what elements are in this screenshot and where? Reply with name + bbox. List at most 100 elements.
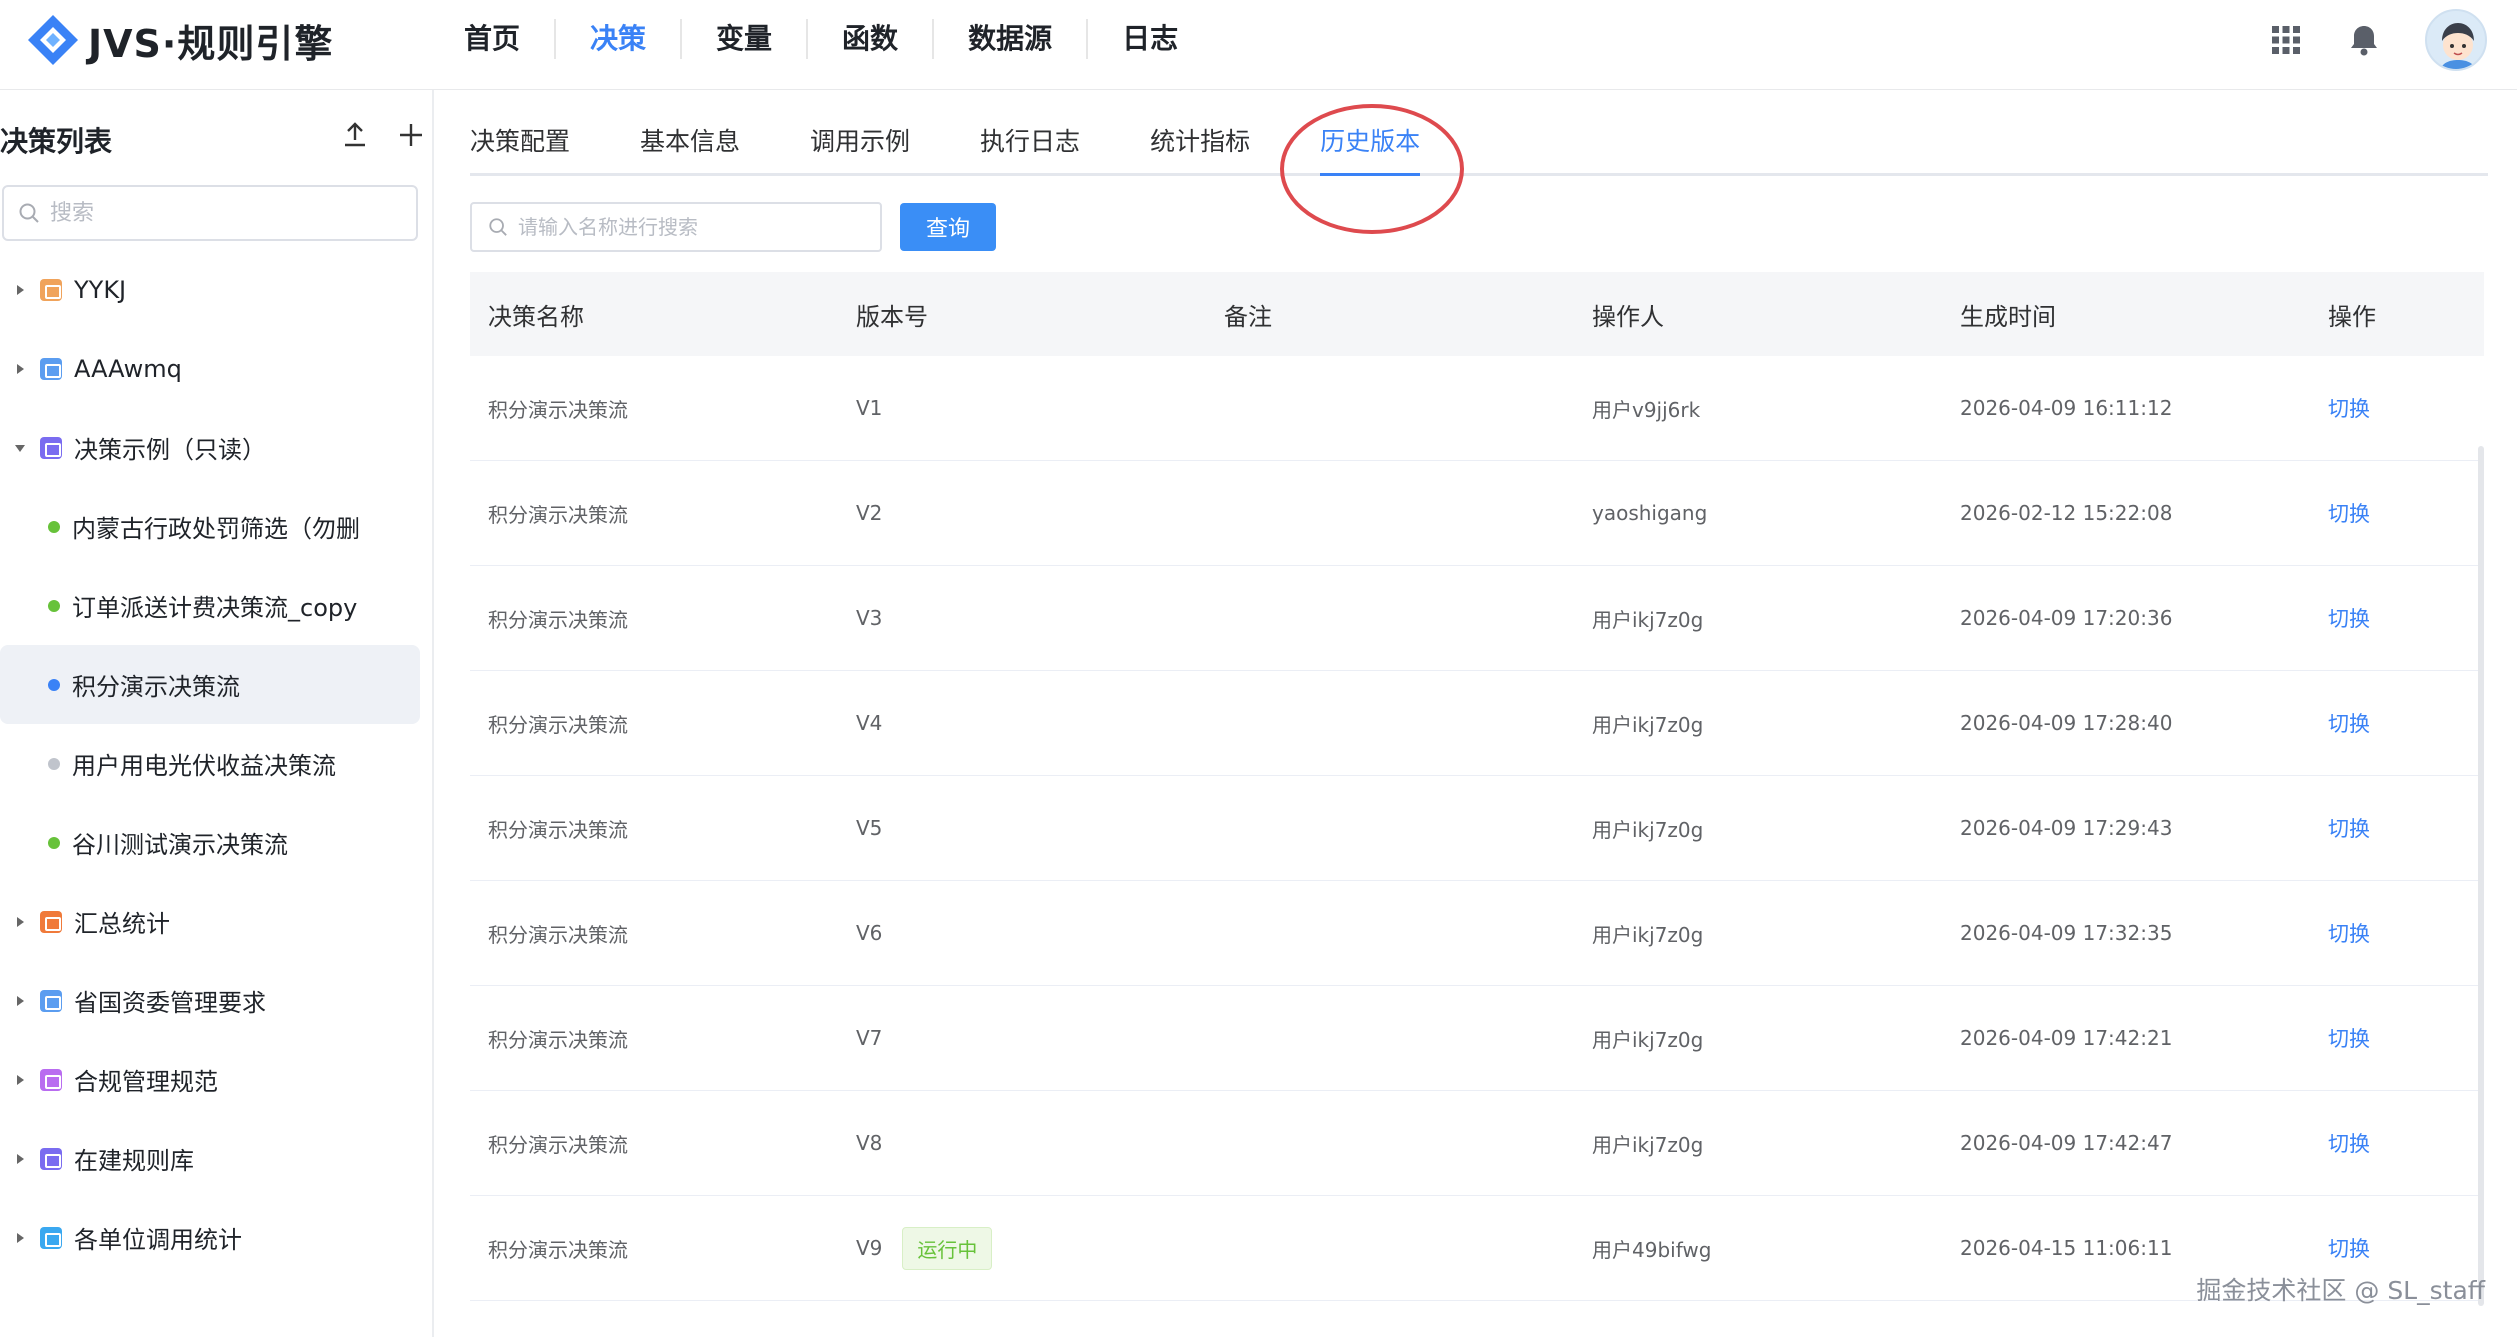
- tree-label: 积分演示决策流: [72, 673, 240, 701]
- tab-execution-log[interactable]: 执行日志: [980, 120, 1080, 176]
- sidebar: 决策列表 YYKJ AAAwmq 决策示例（只读）: [0, 90, 434, 1337]
- nav-variables[interactable]: 变量: [682, 19, 809, 59]
- sidebar-search[interactable]: [2, 185, 418, 241]
- tree-leaf-selected[interactable]: 积分演示决策流: [0, 645, 420, 724]
- name-search-input[interactable]: [518, 215, 878, 239]
- tree-folder-examples[interactable]: 决策示例（只读）: [0, 408, 420, 487]
- sidebar-actions: [340, 120, 426, 150]
- folder-icon: [40, 357, 62, 380]
- tree-label: 内蒙古行政处罚筛选（勿删: [72, 515, 360, 543]
- cell-time: 2026-04-09 16:11:12: [1960, 396, 2173, 420]
- caret-right-icon[interactable]: [0, 1152, 40, 1166]
- caret-right-icon[interactable]: [0, 283, 40, 297]
- switch-version-link[interactable]: 切换: [2328, 498, 2370, 528]
- table-row: 积分演示决策流 V4 用户ikj7z0g 2026-04-09 17:28:40…: [470, 671, 2484, 776]
- cell-operator: yaoshigang: [1592, 501, 1708, 525]
- upload-icon[interactable]: [340, 120, 370, 150]
- caret-right-icon[interactable]: [0, 1073, 40, 1087]
- version-label: V9: [856, 1236, 883, 1260]
- cell-time: 2026-04-09 17:32:35: [1960, 921, 2173, 945]
- bell-icon[interactable]: [2347, 23, 2381, 57]
- sidebar-search-input[interactable]: [50, 200, 400, 226]
- app-title: JVS·规则引擎: [88, 21, 334, 66]
- cell-name: 积分演示决策流: [488, 817, 628, 842]
- caret-right-icon[interactable]: [0, 362, 40, 376]
- nav-datasource[interactable]: 数据源: [934, 19, 1089, 59]
- column-header: 决策名称: [488, 302, 584, 331]
- nav-decision[interactable]: 决策: [556, 19, 683, 59]
- cell-operator: 用户ikj7z0g: [1592, 712, 1704, 737]
- switch-version-link[interactable]: 切换: [2328, 813, 2370, 843]
- tree-label: 谷川测试演示决策流: [72, 831, 288, 859]
- tree-folder-compliance[interactable]: 合规管理规范: [0, 1040, 420, 1119]
- cell-version: V8: [838, 1131, 1206, 1155]
- tab-basic-info[interactable]: 基本信息: [640, 120, 740, 176]
- cell-version: V7: [838, 1026, 1206, 1050]
- tree-folder-construction[interactable]: 在建规则库: [0, 1119, 420, 1198]
- status-dot: [48, 757, 60, 770]
- cell-name: 积分演示决策流: [488, 1237, 628, 1262]
- version-label: V1: [856, 396, 883, 420]
- tab-decision-config[interactable]: 决策配置: [470, 120, 570, 176]
- cell-version: V6: [838, 921, 1206, 945]
- add-icon[interactable]: [396, 120, 426, 150]
- search-icon: [19, 203, 39, 223]
- nav-home[interactable]: 首页: [430, 19, 557, 59]
- caret-down-icon[interactable]: [0, 441, 40, 455]
- app-logo[interactable]: JVS·规则引擎: [24, 10, 333, 70]
- tree-leaf[interactable]: 内蒙古行政处罚筛选（勿删: [0, 487, 420, 566]
- nav-logs[interactable]: 日志: [1088, 19, 1212, 59]
- cell-version: V3: [838, 606, 1206, 630]
- table-row: 积分演示决策流 V1 用户v9jj6rk 2026-04-09 16:11:12…: [470, 356, 2484, 461]
- tab-history-versions[interactable]: 历史版本: [1320, 120, 1421, 176]
- tree-folder-aaawmq[interactable]: AAAwmq: [0, 329, 420, 408]
- tree-label: YYKJ: [74, 275, 127, 304]
- watermark: 掘金技术社区 @ SL_staff: [2196, 1276, 2485, 1305]
- user-avatar[interactable]: [2425, 9, 2487, 71]
- tree-folder-yykj[interactable]: YYKJ: [0, 250, 420, 329]
- tree-folder-summary[interactable]: 汇总统计: [0, 882, 420, 961]
- name-search[interactable]: [470, 202, 882, 252]
- table-scrollbar[interactable]: [2478, 446, 2484, 1306]
- cell-name: 积分演示决策流: [488, 922, 628, 947]
- switch-version-link[interactable]: 切换: [2328, 393, 2370, 423]
- nav-functions[interactable]: 函数: [808, 19, 935, 59]
- tree-leaf[interactable]: 用户用电光伏收益决策流: [0, 724, 420, 803]
- column-header: 生成时间: [1960, 302, 2056, 331]
- tree-label: 订单派送计费决策流_copy: [72, 594, 358, 622]
- folder-icon: [40, 436, 62, 459]
- tree-folder-sasac[interactable]: 省国资委管理要求: [0, 961, 420, 1040]
- cell-time: 2026-04-09 17:28:40: [1960, 711, 2173, 735]
- version-label: V4: [856, 711, 883, 735]
- switch-version-link[interactable]: 切换: [2328, 918, 2370, 948]
- switch-version-link[interactable]: 切换: [2328, 1023, 2370, 1053]
- table-row: 积分演示决策流 V8 用户ikj7z0g 2026-04-09 17:42:47…: [470, 1091, 2484, 1196]
- caret-right-icon[interactable]: [0, 1231, 40, 1245]
- cell-operator: 用户ikj7z0g: [1592, 922, 1704, 947]
- folder-icon: [40, 1147, 62, 1170]
- cell-name: 积分演示决策流: [488, 1027, 628, 1052]
- tree-folder-cut-off[interactable]: [0, 1277, 420, 1285]
- switch-version-link[interactable]: 切换: [2328, 708, 2370, 738]
- tab-statistics[interactable]: 统计指标: [1150, 120, 1250, 176]
- tab-call-example[interactable]: 调用示例: [810, 120, 910, 176]
- column-header: 操作人: [1592, 302, 1664, 331]
- cell-name: 积分演示决策流: [488, 607, 628, 632]
- query-button[interactable]: 查询: [900, 203, 996, 251]
- version-label: V7: [856, 1026, 883, 1050]
- caret-right-icon[interactable]: [0, 915, 40, 929]
- table-row: 积分演示决策流 V2 yaoshigang 2026-02-12 15:22:0…: [470, 461, 2484, 566]
- app-grid-icon[interactable]: [2269, 23, 2303, 57]
- version-label: V3: [856, 606, 883, 630]
- table-row: 积分演示决策流 V3 用户ikj7z0g 2026-04-09 17:20:36…: [470, 566, 2484, 671]
- caret-right-icon[interactable]: [0, 994, 40, 1008]
- cell-time: 2026-04-15 11:06:11: [1960, 1236, 2173, 1260]
- tree-folder-unit-stats[interactable]: 各单位调用统计: [0, 1198, 420, 1277]
- switch-version-link[interactable]: 切换: [2328, 1233, 2370, 1263]
- tree-leaf[interactable]: 订单派送计费决策流_copy: [0, 566, 420, 645]
- cell-version: V1: [838, 396, 1206, 420]
- switch-version-link[interactable]: 切换: [2328, 603, 2370, 633]
- version-label: V6: [856, 921, 883, 945]
- switch-version-link[interactable]: 切换: [2328, 1128, 2370, 1158]
- tree-leaf[interactable]: 谷川测试演示决策流: [0, 803, 420, 882]
